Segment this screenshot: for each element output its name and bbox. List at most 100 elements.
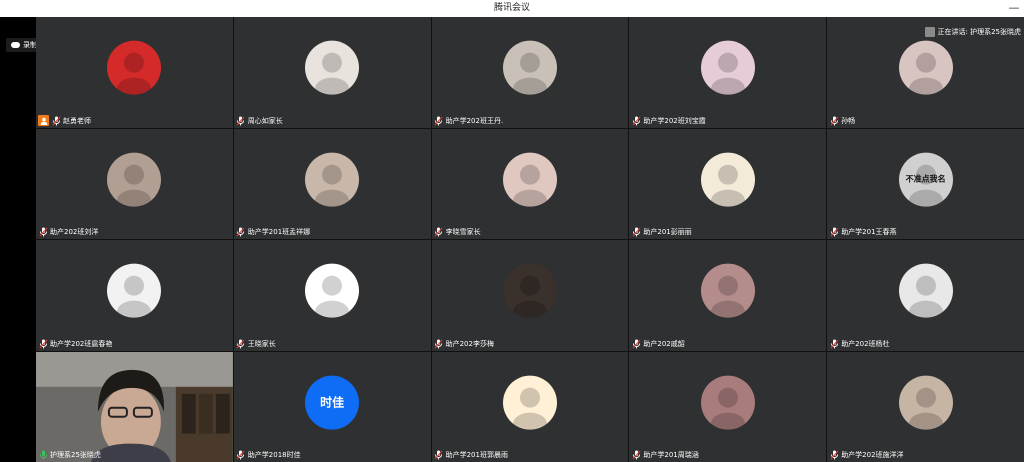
participant-label: 助产201彭丽丽 — [631, 226, 692, 238]
mic-muted-icon — [236, 116, 246, 126]
participant-avatar — [502, 152, 557, 207]
participant-name: 助产学201班孟祥娜 — [247, 228, 311, 236]
mic-on-icon — [38, 450, 48, 460]
avatar-overlay-text: 不准点我名 — [905, 174, 946, 184]
participant-avatar — [898, 375, 953, 430]
participant-avatar: 不准点我名 — [898, 152, 953, 207]
participant-avatar — [107, 152, 162, 207]
mic-muted-icon — [829, 116, 839, 126]
participant-tile[interactable]: 李晓雪家长 — [431, 128, 629, 239]
avatar-initials: 时佳 — [320, 395, 345, 410]
participant-name: 助产学202班王丹. — [445, 116, 504, 125]
participant-tile[interactable]: 助产学201周瑞涵 — [629, 351, 827, 462]
participant-label: 孙畅 — [829, 115, 855, 127]
title-bar: 腾讯会议 — — [0, 0, 1024, 17]
participant-avatar — [305, 263, 360, 318]
participant-name: 助产学201班郭晨雨 — [445, 451, 508, 459]
participant-name: 助产201彭丽丽 — [643, 228, 692, 236]
participant-name: 赵勇老师 — [63, 116, 91, 125]
participant-name: 助产学201周瑞涵 — [643, 451, 699, 459]
participant-tile[interactable]: 助产202戚韶 — [629, 240, 827, 351]
participant-tile[interactable]: 助产学202班刘宝霞 — [629, 17, 827, 128]
participant-tile[interactable]: 助产201彭丽丽 — [629, 128, 827, 239]
participant-label: 助产学202班王丹. — [434, 115, 504, 127]
participant-tile[interactable]: 助产202班刘洋 — [36, 128, 233, 239]
participant-avatar — [305, 152, 360, 207]
participant-tile[interactable]: 助产学202班扈春艳 — [36, 240, 233, 351]
participant-label: 助产学201班孟祥娜 — [236, 226, 310, 238]
mic-muted-icon — [631, 339, 641, 349]
participant-tile[interactable]: 助产学202班施洋洋 — [827, 351, 1024, 462]
participant-name: 助产学201王春燕 — [841, 228, 897, 236]
participant-tile[interactable]: 不准点我名助产学201王春燕 — [827, 128, 1024, 239]
participant-label: 助产202班杨杜 — [829, 338, 890, 350]
participant-tile[interactable]: 助产202李莎梅 — [431, 240, 629, 351]
participant-name: 王晓家长 — [247, 339, 276, 348]
participant-name: 护理系25张晓虎 — [50, 451, 101, 459]
participant-tile[interactable]: 赵勇老师 — [36, 17, 233, 128]
participant-tile[interactable]: 助产学202班王丹. — [431, 17, 629, 128]
mic-muted-icon — [829, 450, 839, 460]
speaking-label: 正在讲话: 护理系25张晓虎 — [937, 28, 1022, 36]
participant-tile[interactable]: 助产学201班郭晨雨 — [431, 351, 629, 462]
mic-muted-icon — [434, 450, 444, 460]
participant-label: 周心如家长 — [236, 115, 283, 127]
minimize-button[interactable]: — — [1008, 0, 1020, 17]
participant-avatar — [107, 263, 162, 318]
participant-label: 助产202班刘洋 — [38, 226, 98, 238]
participant-avatar — [898, 263, 953, 318]
mic-muted-icon — [829, 227, 839, 237]
participant-label: 助产202李莎梅 — [434, 338, 494, 350]
participant-label: 李晓雪家长 — [434, 226, 481, 238]
participant-name: 助产202班杨杜 — [841, 339, 890, 348]
participant-label: 护理系25张晓虎 — [38, 449, 101, 461]
participant-label: 助产202戚韶 — [631, 338, 685, 350]
mic-muted-icon — [434, 227, 444, 237]
participant-avatar — [700, 375, 755, 430]
participant-name: 助产202班刘洋 — [50, 228, 99, 236]
participant-name: 孙畅 — [841, 116, 856, 125]
participant-avatar — [305, 40, 360, 95]
mic-muted-icon — [631, 116, 641, 126]
participant-name: 助产202李莎梅 — [445, 339, 494, 348]
participant-label: 助产学201王春燕 — [829, 226, 897, 238]
participant-avatar — [502, 375, 557, 430]
participant-tile[interactable]: 王晓家长 — [233, 240, 431, 351]
mic-muted-icon — [51, 116, 61, 126]
mic-muted-icon — [236, 227, 246, 237]
participant-label: 助产学202班刘宝霞 — [631, 115, 706, 127]
participant-name: 李晓雪家长 — [445, 228, 481, 236]
host-icon — [38, 115, 49, 126]
participant-avatar — [107, 40, 162, 95]
window-title: 腾讯会议 — [493, 3, 530, 13]
participant-avatar — [700, 40, 755, 95]
participant-label: 助产学202班施洋洋 — [829, 449, 904, 461]
cloud-icon — [11, 42, 20, 48]
participant-label: 助产学2018时佳 — [236, 449, 301, 461]
participant-avatar — [502, 40, 557, 95]
participant-avatar — [700, 152, 755, 207]
participant-label: 助产学201班郭晨雨 — [434, 449, 508, 461]
participant-tile[interactable]: 助产202班杨杜 — [827, 240, 1024, 351]
mic-muted-icon — [631, 227, 641, 237]
participant-name: 助产学202班扈春艳 — [50, 339, 113, 348]
speaking-indicator: 正在讲话: 护理系25张晓虎 — [922, 25, 1024, 39]
participant-avatar — [898, 40, 953, 95]
participant-avatar — [502, 263, 557, 318]
participant-name: 助产202戚韶 — [643, 339, 685, 348]
participant-tile[interactable]: 周心如家长 — [233, 17, 431, 128]
participant-tile[interactable]: 护理系25张晓虎 — [36, 351, 233, 462]
mic-muted-icon — [236, 339, 246, 349]
camera-feed — [36, 351, 233, 462]
participant-grid: 赵勇老师 周心如家长 助产学202班王丹. 助产学202班刘宝霞 孙畅 助产20… — [36, 17, 1024, 462]
participant-label: 王晓家长 — [236, 338, 276, 350]
participant-label: 助产学202班扈春艳 — [38, 338, 112, 350]
participant-name: 周心如家长 — [247, 116, 283, 125]
mic-muted-icon — [434, 339, 444, 349]
participant-label: 赵勇老师 — [38, 115, 91, 127]
participant-tile[interactable]: 时佳助产学2018时佳 — [233, 351, 431, 462]
participant-tile[interactable]: 助产学201班孟祥娜 — [233, 128, 431, 239]
mic-muted-icon — [38, 339, 48, 349]
mic-muted-icon — [236, 450, 246, 460]
participant-label: 助产学201周瑞涵 — [631, 449, 699, 461]
